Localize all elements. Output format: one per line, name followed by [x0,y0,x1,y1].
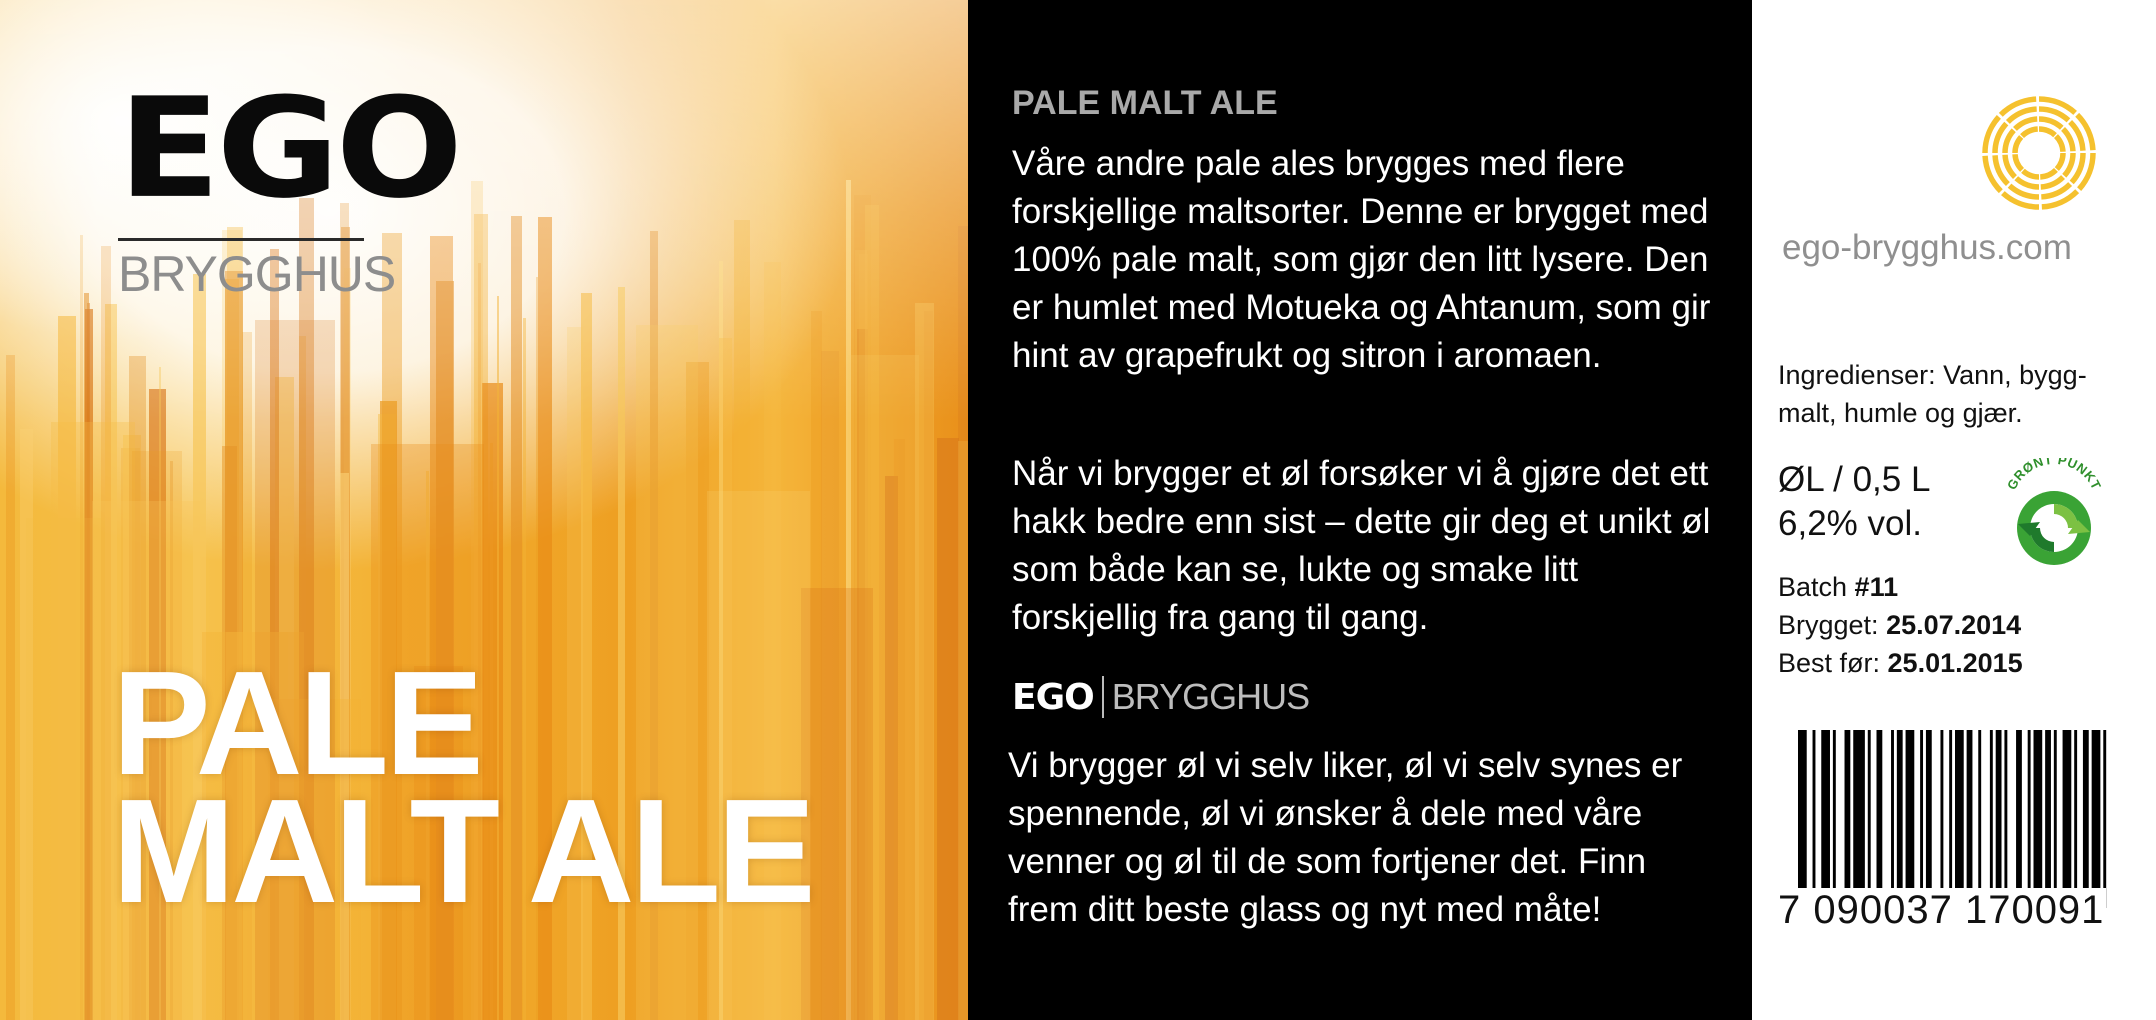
brand-logo: EGO BRYGGHUS [118,68,463,303]
barcode-bar [1891,730,1894,888]
green-dot-text: GRØNT PUNKT [2004,458,2104,492]
barcode-bar [1812,730,1816,908]
barcode-bar [2033,730,2043,888]
batch-value: #11 [1854,572,1899,602]
description-heading: PALE MALT ALE [1012,84,1278,122]
sun-ray [2021,168,2040,180]
brand-divider [118,238,364,241]
brand-subtitle: BRYGGHUS [118,246,396,302]
barcode-bar [2103,730,2107,908]
barcode-bar [1940,730,1944,888]
barcode-bar [2082,730,2089,888]
barcode-bar [2016,730,2022,888]
texture-streak [6,355,15,1020]
barcode-bar [2074,730,2078,888]
barcode-bar [1844,730,1851,888]
volume-text: ØL / 0,5 L [1778,460,1931,499]
description-panel: PALE MALT ALE Våre andre pale ales brygg… [968,0,1752,1020]
barcode-bar [1876,730,1883,888]
sun-ray [2062,152,2076,178]
mini-brand-name: EGO [1012,676,1095,718]
sun-ray [2002,128,2016,154]
texture-block [26,518,105,1020]
sun-ray [2054,152,2066,171]
product-title: PALE MALT ALE [112,650,816,934]
sun-ray [2014,176,2040,190]
info-panel: ego-brygghus.com Ingredienser: Vann, byg… [1752,0,2156,1020]
brewed-value: 25.07.2014 [1886,610,2022,640]
abv-text: 6,2% vol. [1778,504,1922,543]
barcode-bar [1821,730,1830,888]
batch-row: Batch #11 [1778,568,2023,606]
barcode-bar [1925,730,1932,888]
sun-ray [2038,126,2057,138]
best-before-label: Best før: [1778,648,1888,678]
description-paragraph-3: Vi brygger øl vi selv liker, øl vi selv … [1008,746,1683,929]
barcode-bar [1853,730,1865,888]
sun-logo-icon [1982,96,2096,210]
sun-ray [2012,135,2024,154]
green-dot-icon: GRØNT PUNKT [2004,458,2104,565]
website-url: ego-brygghus.com [1782,228,2072,267]
ingredients-text: Ingredienser: Vann, bygg-malt, humle og … [1778,360,2087,428]
barcode-bar [1955,730,1964,908]
best-before-row: Best før: 25.01.2015 [1778,644,2023,682]
barcode-bar [2053,730,2057,888]
barcode-bar [2004,730,2008,888]
barcode-bar [1867,730,1871,888]
barcode-bar [1832,730,1836,888]
mini-brand-divider [1101,676,1104,718]
barcode-bar [2091,730,2101,908]
front-label-panel: EGO BRYGGHUS PALE MALT ALE [0,0,968,1020]
batch-info: Batch #11 Brygget: 25.07.2014 Best før: … [1778,568,2023,682]
brewed-label: Brygget: [1778,610,1887,640]
barcode-bar [1989,730,1993,888]
barcode-bar [2027,730,2031,888]
barcode-bar [1995,730,2002,888]
product-title-line2: MALT ALE [112,769,816,934]
barcode-icon [1798,730,2107,908]
batch-label: Batch [1778,572,1855,602]
barcode-bar [1798,730,1807,908]
description-paragraph-1: Våre andre pale ales brygges med flere f… [1012,144,1711,375]
svg-text:GRØNT PUNKT: GRØNT PUNKT [2004,458,2104,492]
texture-streak [937,438,959,1020]
brand-name: EGO [118,68,463,230]
barcode-bar [1920,730,1924,888]
barcode-bar [2062,730,2072,888]
barcode-bar [1896,730,1903,888]
mini-brand-logo: EGO BRYGGHUS [1012,676,1310,718]
barcode-bar [1978,730,1982,888]
best-before-value: 25.01.2015 [1887,648,2023,678]
barcode-bar [1905,730,1915,888]
mini-brand-subtitle: BRYGGHUS [1111,676,1310,717]
volume-abv: ØL / 0,5 L 6,2% vol. [1778,458,1930,546]
brewed-row: Brygget: 25.07.2014 [1778,606,2023,644]
barcode-number: 7 090037 170091 [1776,888,2107,933]
barcode-bar [1966,730,1973,908]
description-paragraph-2: Når vi brygger et øl forsøker vi å gjøre… [1012,454,1711,637]
barcode-bar [2045,730,2051,888]
sun-ray [2038,116,2064,130]
barcode-bar [1949,730,1953,888]
